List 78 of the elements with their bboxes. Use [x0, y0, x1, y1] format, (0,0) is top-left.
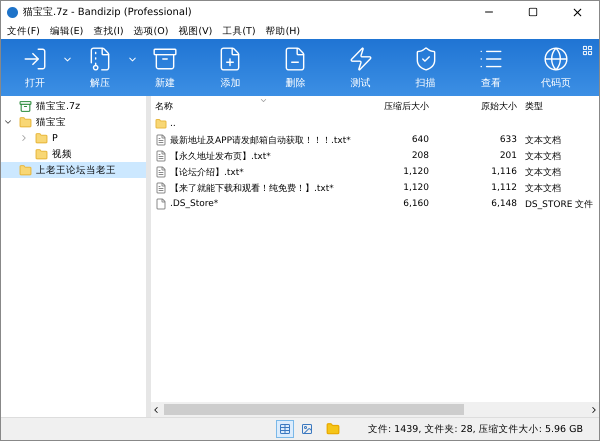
file-row[interactable]: 【来了就能下载和观看！纯免费！】.txt* 1,120 1,112 文本文档: [151, 180, 599, 196]
menu-item[interactable]: 工具(T): [218, 24, 262, 38]
file-name: 【永久地址发布页】.txt*: [170, 150, 271, 162]
file-row[interactable]: ..: [151, 116, 599, 132]
close-icon[interactable]: [570, 6, 584, 18]
image-icon[interactable]: [300, 423, 313, 435]
menu-item[interactable]: 文件(F): [3, 24, 46, 38]
folder-icon: [19, 164, 32, 176]
table-cell: 文本文档: [525, 136, 561, 146]
table-cell: 1,112: [491, 183, 517, 193]
table-cell: 6,160: [403, 199, 429, 209]
file-row[interactable]: 最新地址及APP请发邮箱自动获取！！！.txt* 640 633 文本文档: [151, 132, 599, 148]
menu-item[interactable]: 查找(I): [89, 24, 130, 38]
menu-item[interactable]: 编辑(E): [46, 24, 90, 38]
tree-item[interactable]: 猫宝宝.7z: [1, 98, 146, 114]
horizontal-scrollbar[interactable]: [151, 402, 599, 417]
tree-item[interactable]: 上老王论坛当老王: [1, 162, 146, 178]
toolbar-button[interactable]: 删除: [273, 40, 318, 94]
table-cell: 文本文档: [525, 168, 561, 178]
file-row[interactable]: .DS_Store* 6,160 6,148 DS_STORE 文件: [151, 196, 599, 212]
table-cell: 文本文档: [525, 152, 561, 162]
text-file-icon: [155, 134, 167, 146]
table-cell: 1,120: [403, 167, 429, 177]
file-row[interactable]: 【论坛介绍】.txt* 1,120 1,116 文本文档: [151, 164, 599, 180]
maximize-icon[interactable]: [528, 7, 538, 17]
table-cell: 201: [500, 151, 517, 161]
column-header[interactable]: 压缩后大小: [371, 100, 433, 112]
file-icon: [155, 198, 167, 210]
column-header[interactable]: 类型: [521, 100, 599, 112]
table-cell: DS_STORE 文件: [525, 200, 594, 210]
file-name: 最新地址及APP请发邮箱自动获取！！！.txt*: [170, 134, 351, 146]
file-row[interactable]: 【永久地址发布页】.txt* 208 201 文本文档: [151, 148, 599, 164]
status-text: 文件: 1439, 文件夹: 28, 压缩文件大小: 5.96 GB: [368, 422, 583, 436]
app-logo-icon: [7, 6, 18, 18]
folder-icon: [35, 132, 48, 144]
table-cell: 1,120: [403, 183, 429, 193]
archive-icon: [19, 100, 32, 112]
tree-item[interactable]: 猫宝宝: [1, 114, 146, 130]
toolbar-button[interactable]: 扫描: [404, 40, 448, 94]
menu-item[interactable]: 视图(V): [174, 24, 218, 38]
toolbar-button[interactable]: 添加: [208, 40, 252, 94]
table-cell: 633: [500, 135, 517, 145]
column-header[interactable]: 原始大小: [433, 100, 521, 112]
tree-item[interactable]: 视频: [1, 146, 146, 162]
menu-item[interactable]: 选项(O): [130, 24, 174, 38]
toolbar-button[interactable]: 新建: [143, 40, 188, 94]
tree-item[interactable]: P: [1, 130, 146, 146]
globe-icon[interactable]: [542, 46, 569, 72]
enter-icon[interactable]: [22, 46, 48, 72]
toolbar-button[interactable]: 打开: [13, 40, 58, 94]
table-cell: 640: [412, 135, 429, 145]
sort-caret-icon: [259, 96, 268, 105]
archive-icon[interactable]: [152, 46, 178, 72]
file-name: .DS_Store*: [170, 199, 218, 209]
layout-grid-icon[interactable]: [582, 45, 593, 56]
folder-icon: [35, 148, 48, 160]
table-icon[interactable]: [278, 423, 291, 435]
table-cell: 文本文档: [525, 184, 561, 194]
column-header[interactable]: 名称: [151, 100, 371, 112]
toolbar-button[interactable]: 代码页: [534, 40, 578, 94]
file-name: 【来了就能下载和观看！纯免费！】.txt*: [170, 182, 334, 194]
text-file-icon: [155, 182, 167, 194]
text-file-icon: [155, 166, 167, 178]
lightning-icon[interactable]: [348, 46, 374, 72]
folder-icon: [155, 118, 167, 130]
table-cell: 208: [412, 151, 429, 161]
file-name: ..: [170, 119, 176, 129]
toolbar-button[interactable]: 查看: [468, 40, 513, 94]
window-title: 猫宝宝.7z - Bandizip (Professional): [23, 6, 193, 19]
toolbar-button[interactable]: 测试: [338, 40, 383, 94]
file-name: 【论坛介绍】.txt*: [170, 166, 244, 178]
table-cell: 6,148: [491, 199, 517, 209]
table-cell: 1,116: [491, 167, 517, 177]
details-view-button[interactable]: [276, 420, 294, 438]
toolbar-button[interactable]: 解压: [78, 40, 122, 94]
text-file-icon: [155, 150, 167, 162]
folder-icon: [19, 116, 32, 128]
menu-item[interactable]: 帮助(H): [262, 24, 306, 38]
